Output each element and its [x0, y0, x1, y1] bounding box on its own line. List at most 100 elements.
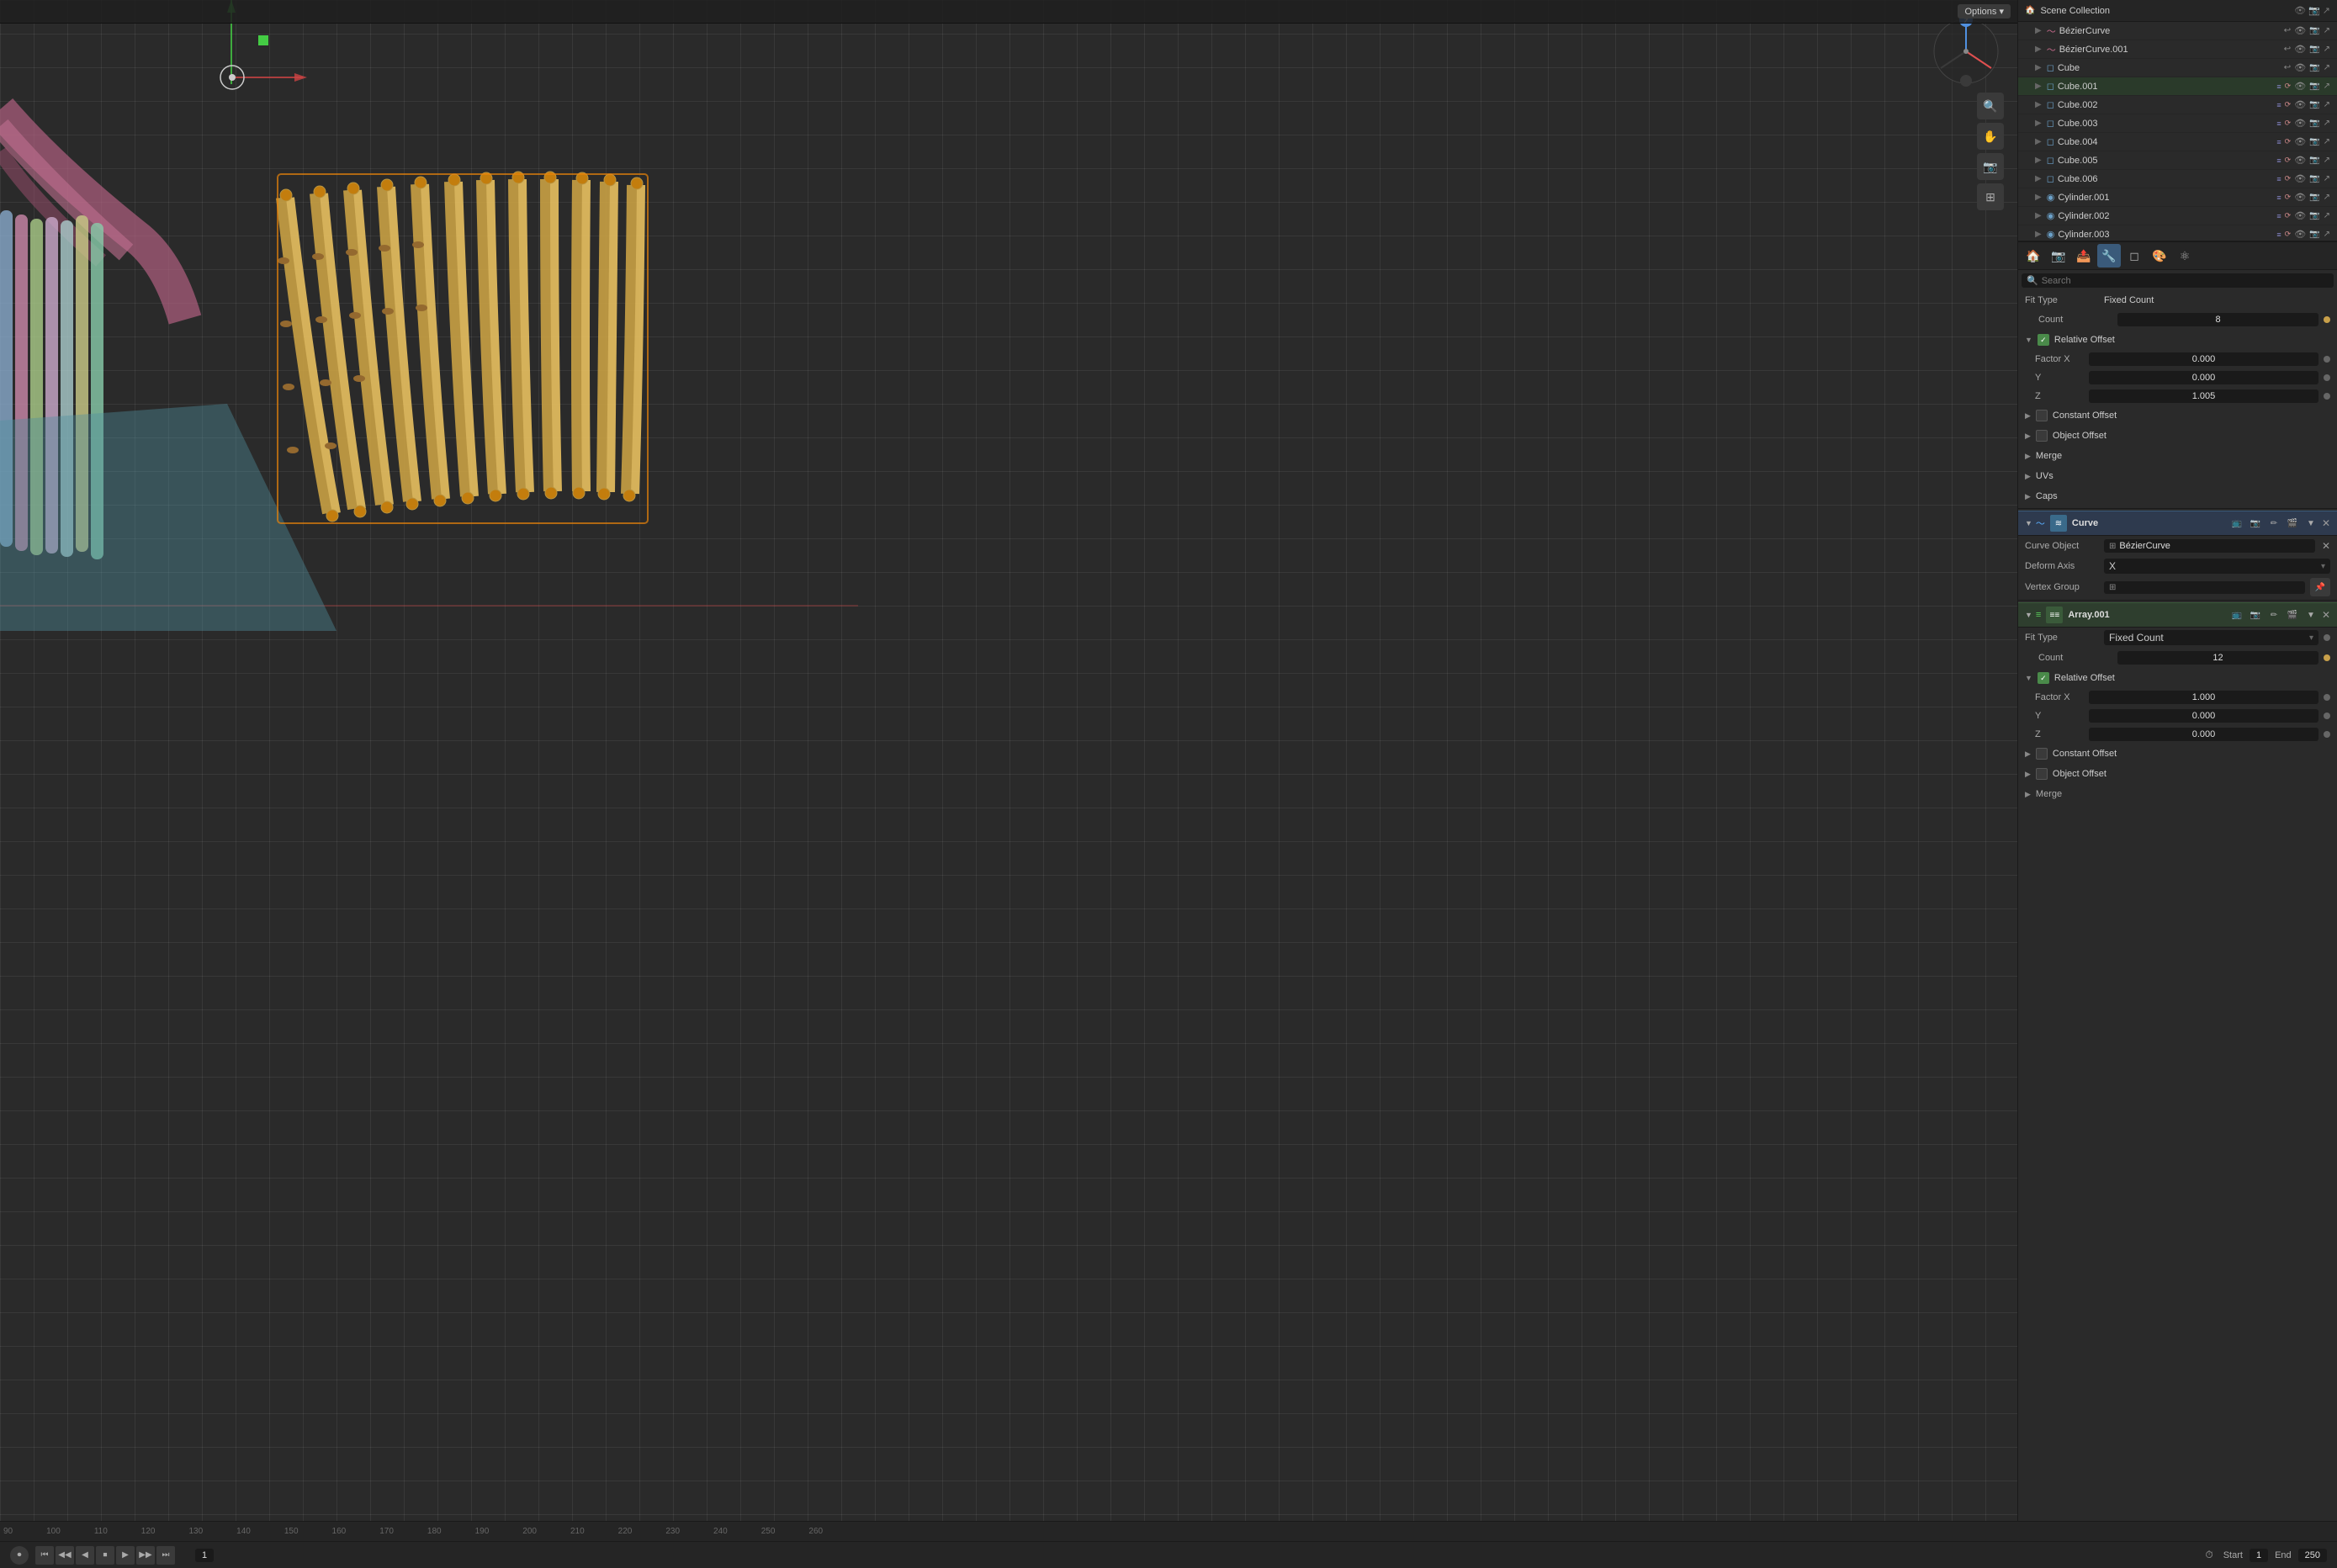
array001-factor-x-dot[interactable] [2324, 694, 2330, 701]
collection-render-icon[interactable]: 📷 [2308, 5, 2320, 16]
outliner-item[interactable]: ▶ ◻ Cube.005 ≡ ⟳ 👁 📷 ↗ [2018, 151, 2337, 170]
eye-icon[interactable]: 👁 [2294, 210, 2306, 221]
factor-y-field[interactable]: 0.000 [2089, 371, 2318, 384]
array001-mod-close-btn[interactable]: ✕ [2322, 609, 2330, 621]
outliner-item[interactable]: ▶ ◻ Cube.004 ≡ ⟳ 👁 📷 ↗ [2018, 133, 2337, 151]
array001-count-keyframe-dot[interactable] [2324, 654, 2330, 661]
play-btn[interactable]: ▶ [116, 1546, 135, 1565]
constant-offset-checkbox[interactable] [2036, 410, 2048, 421]
outliner-item[interactable]: ▶ 〜 BézierCurve ↩ 👁 📷 ↗ [2018, 22, 2337, 40]
array001-fit-type-dot[interactable] [2324, 634, 2330, 641]
constant-offset-section[interactable]: ▶ Constant Offset [2018, 405, 2337, 426]
merge-section[interactable]: ▶ Merge [2018, 446, 2337, 466]
eye-icon[interactable]: 👁 [2294, 155, 2306, 166]
camera-icon[interactable]: 📷 [2309, 174, 2319, 183]
select-icon[interactable]: ↗ [2324, 119, 2330, 128]
props-modifier-btn[interactable]: 🔧 [2097, 244, 2121, 268]
array001-factor-y-field[interactable]: 0.000 [2089, 709, 2318, 723]
select-icon[interactable]: ↗ [2324, 174, 2330, 183]
array001-mod-camera-btn[interactable]: 🎬 [2285, 607, 2300, 622]
play-reverse-btn[interactable]: ◀ [76, 1546, 94, 1565]
factor-y-dot[interactable] [2324, 374, 2330, 381]
select-icon[interactable]: ↗ [2324, 63, 2330, 72]
factor-x-dot[interactable] [2324, 356, 2330, 363]
caps-section[interactable]: ▶ Caps [2018, 486, 2337, 506]
select-icon[interactable]: ↗ [2324, 211, 2330, 220]
array001-constant-offset-checkbox[interactable] [2036, 748, 2048, 760]
count-keyframe-dot[interactable] [2324, 316, 2330, 323]
camera-icon[interactable]: 📷 [2309, 193, 2319, 202]
eye-icon[interactable]: 👁 [2294, 99, 2306, 110]
eye-icon[interactable]: 👁 [2294, 118, 2306, 129]
array001-factor-x-field[interactable]: 1.000 [2089, 691, 2318, 704]
array001-factor-z-field[interactable]: 0.000 [2089, 728, 2318, 741]
camera-icon[interactable]: 📷 [2309, 26, 2319, 35]
outliner-item[interactable]: ▶ ◻ Cube.001 ≡ ⟳ 👁 📷 ↗ [2018, 77, 2337, 96]
array001-mod-render-btn[interactable]: 📷 [2248, 607, 2263, 622]
array001-mod-edit-btn[interactable]: ✏ [2266, 607, 2281, 622]
object-offset-checkbox[interactable] [2036, 430, 2048, 442]
camera-icon[interactable]: 📷 [2309, 45, 2319, 54]
outliner-item[interactable]: ▶ ◉ Cylinder.001 ≡ ⟳ 👁 📷 ↗ [2018, 188, 2337, 207]
camera-tool-btn[interactable]: 📷 [1977, 153, 2004, 180]
select-icon[interactable]: ↗ [2324, 45, 2330, 54]
factor-z-dot[interactable] [2324, 393, 2330, 400]
eye-icon[interactable]: 👁 [2294, 173, 2306, 184]
array001-merge-section[interactable]: ▶ Merge [2018, 784, 2337, 804]
props-render-btn[interactable]: 📷 [2047, 244, 2070, 268]
props-physics-btn[interactable]: ⚛ [2173, 244, 2197, 268]
step-back-btn[interactable]: ◀◀ [56, 1546, 74, 1565]
step-forward-btn[interactable]: ▶▶ [136, 1546, 155, 1565]
deform-axis-dropdown[interactable]: X ▾ [2104, 559, 2330, 574]
vertex-group-field[interactable]: ⊞ [2104, 581, 2305, 594]
uvs-section[interactable]: ▶ UVs [2018, 466, 2337, 486]
end-frame-indicator[interactable]: 250 [2298, 1549, 2327, 1562]
outliner-item[interactable]: ▶ ◻ Cube.006 ≡ ⟳ 👁 📷 ↗ [2018, 170, 2337, 188]
outliner-item[interactable]: ▶ ◻ Cube ↩ 👁 📷 ↗ [2018, 59, 2337, 77]
array001-relative-offset-checkbox[interactable]: ✓ [2038, 672, 2049, 684]
collection-select-icon[interactable]: ↗ [2323, 5, 2330, 16]
select-icon[interactable]: ↗ [2324, 137, 2330, 146]
props-search-box[interactable]: 🔍 [2022, 273, 2334, 288]
jump-start-btn[interactable]: ⏮ [35, 1546, 54, 1565]
array001-factor-z-dot[interactable] [2324, 731, 2330, 738]
props-object-btn[interactable]: ◻ [2122, 244, 2146, 268]
camera-icon[interactable]: 📷 [2309, 211, 2319, 220]
outliner-item[interactable]: ▶ ◉ Cylinder.003 ≡ ⟳ 👁 📷 ↗ [2018, 225, 2337, 241]
camera-icon[interactable]: 📷 [2309, 156, 2319, 165]
curve-mod-realtime-btn[interactable]: 📺 [2229, 516, 2244, 531]
select-icon[interactable]: ↗ [2324, 230, 2330, 239]
relative-offset-checkbox[interactable]: ✓ [2038, 334, 2049, 346]
stop-btn[interactable]: ⏹ [96, 1546, 114, 1565]
eye-icon[interactable]: 👁 [2294, 229, 2306, 240]
nav-gizmo[interactable]: Z [1928, 13, 2004, 89]
camera-icon[interactable]: 📷 [2309, 137, 2319, 146]
start-frame-indicator[interactable]: 1 [2250, 1549, 2268, 1562]
camera-icon[interactable]: 📷 [2309, 230, 2319, 239]
eye-icon[interactable]: 👁 [2294, 136, 2306, 147]
outliner-item[interactable]: ▶ ◻ Cube.003 ≡ ⟳ 👁 📷 ↗ [2018, 114, 2337, 133]
select-icon[interactable]: ↗ [2324, 26, 2330, 35]
search-tool-btn[interactable]: 🔍 [1977, 93, 2004, 119]
curve-mod-render-btn[interactable]: 📷 [2248, 516, 2263, 531]
props-material-btn[interactable]: 🎨 [2148, 244, 2171, 268]
object-offset-section[interactable]: ▶ Object Offset [2018, 426, 2337, 446]
count-field[interactable]: 8 [2117, 313, 2318, 326]
select-icon[interactable]: ↗ [2324, 100, 2330, 109]
vertex-group-pin-btn[interactable]: 📌 [2310, 578, 2330, 596]
factor-z-field[interactable]: 1.005 [2089, 389, 2318, 403]
relative-offset-section[interactable]: ▼ ✓ Relative Offset [2018, 330, 2337, 350]
jump-end-btn[interactable]: ⏭ [156, 1546, 175, 1565]
eye-icon[interactable]: 👁 [2294, 25, 2306, 36]
collection-visible-icon[interactable]: 👁 [2294, 5, 2306, 16]
outliner-item[interactable]: ▶ 〜 BézierCurve.001 ↩ 👁 📷 ↗ [2018, 40, 2337, 59]
render-sync-icon[interactable]: ⏱ [2205, 1549, 2212, 1561]
factor-x-field[interactable]: 0.000 [2089, 352, 2318, 366]
playback-circle-btn[interactable]: ⏺ [10, 1546, 29, 1565]
camera-icon[interactable]: 📷 [2309, 63, 2319, 72]
eye-icon[interactable]: 👁 [2294, 62, 2306, 73]
grid-tool-btn[interactable]: ⊞ [1977, 183, 2004, 210]
array001-relative-offset-section[interactable]: ▼ ✓ Relative Offset [2018, 668, 2337, 688]
props-scene-btn[interactable]: 🏠 [2022, 244, 2045, 268]
array001-mod-realtime-btn[interactable]: 📺 [2229, 607, 2244, 622]
